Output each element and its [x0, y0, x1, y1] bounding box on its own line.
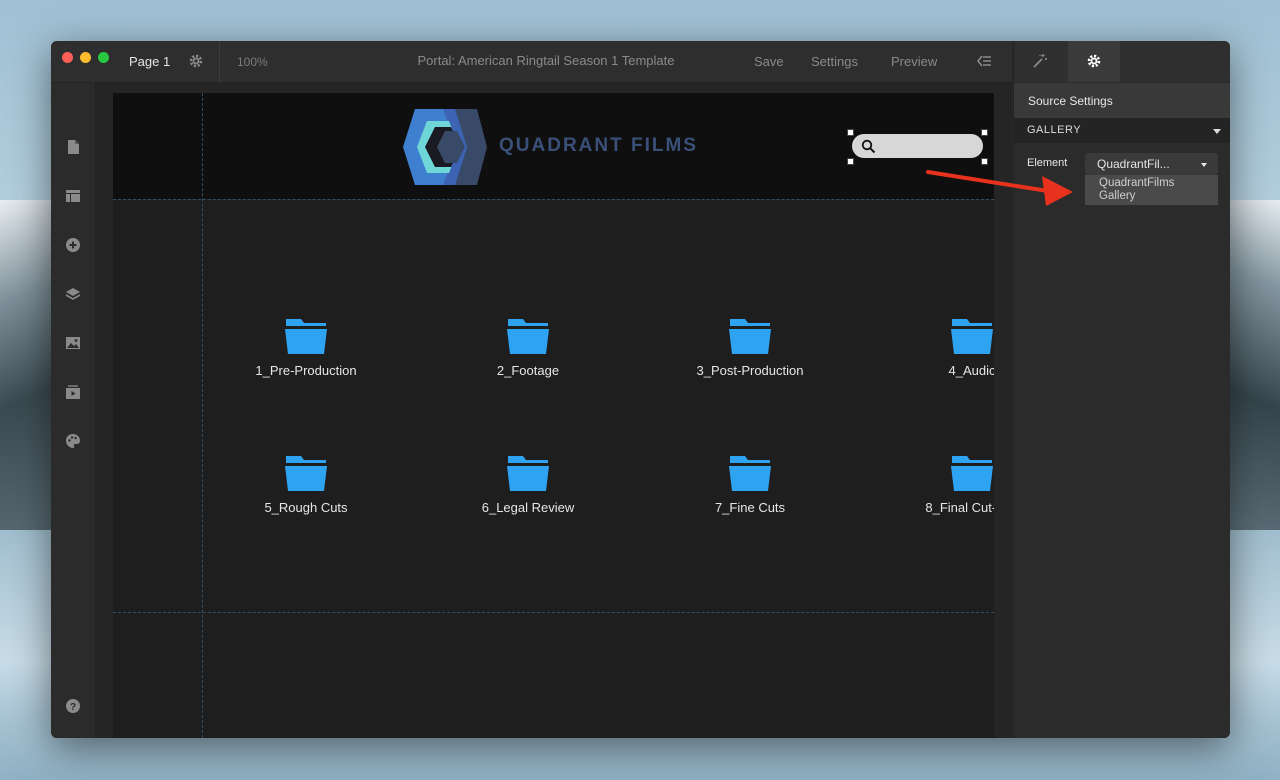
tab-settings[interactable] [1068, 41, 1120, 82]
folder-label: 5_Rough Cuts [264, 500, 348, 515]
folder-icon [285, 319, 327, 354]
desktop-mountain-left [0, 200, 52, 530]
titlebar: Page 1 100% Portal: American Ringtail Se… [51, 41, 1012, 83]
page-canvas[interactable]: QUADRANT FILMS 1_Pre-Production 2_Footag… [113, 93, 994, 738]
maximize-window-button[interactable] [98, 52, 109, 63]
folder-icon [507, 319, 549, 354]
minimize-window-button[interactable] [80, 52, 91, 63]
search-input[interactable] [852, 134, 983, 158]
app-window: Page 1 100% Portal: American Ringtail Se… [51, 41, 1230, 738]
media-icon[interactable] [64, 383, 82, 401]
desktop-mountain-right [1228, 200, 1280, 530]
folder-item[interactable]: 3_Post-Production [660, 315, 840, 378]
svg-text:?: ? [70, 702, 76, 713]
folder-icon [285, 456, 327, 491]
folder-icon [951, 319, 993, 354]
left-toolbar: ? [51, 83, 96, 738]
caret-down-icon [1213, 129, 1221, 134]
resize-handle[interactable] [847, 158, 854, 165]
layout-icon[interactable] [64, 187, 82, 205]
preview-button[interactable]: Preview [891, 54, 937, 69]
element-select[interactable]: QuadrantFil... [1085, 153, 1218, 175]
save-button[interactable]: Save [754, 54, 784, 69]
search-icon [861, 139, 876, 154]
folder-item[interactable]: 1_Pre-Production [216, 315, 396, 378]
chevron-down-icon [1201, 163, 1207, 167]
page-selector[interactable]: Page 1 [129, 54, 170, 69]
logo-text: QUADRANT FILMS [499, 135, 698, 156]
resize-handle[interactable] [981, 129, 988, 136]
quadrant-films-logo-icon[interactable] [403, 107, 487, 187]
guide-line [202, 93, 203, 738]
section-title: GALLERY [1027, 124, 1082, 136]
folder-item[interactable]: 5_Rough Cuts [216, 452, 396, 515]
document-title: Portal: American Ringtail Season 1 Templ… [417, 53, 675, 68]
search-widget[interactable] [847, 129, 988, 165]
folder-label: 6_Legal Review [481, 500, 575, 515]
resize-handle[interactable] [981, 158, 988, 165]
guide-line [113, 612, 994, 613]
magic-wand-icon [1033, 54, 1047, 68]
tab-design[interactable] [1014, 41, 1066, 82]
close-window-button[interactable] [62, 52, 73, 63]
gear-icon [1087, 54, 1101, 68]
panel-tabs [1014, 41, 1230, 82]
folder-icon [507, 456, 549, 491]
collapse-panel-icon[interactable] [976, 53, 992, 69]
settings-button[interactable]: Settings [811, 54, 858, 69]
element-label: Element [1027, 157, 1068, 169]
folder-label: 8_Final Cut-Deli [925, 500, 994, 515]
element-select-value: QuadrantFil... [1097, 157, 1170, 171]
panel-header: Source Settings [1014, 83, 1230, 118]
folder-item[interactable]: 4_Audic [882, 315, 994, 378]
element-dropdown-option[interactable]: QuadrantFilms Gallery [1085, 175, 1218, 205]
panel-title: Source Settings [1028, 94, 1113, 108]
folder-icon [729, 319, 771, 354]
layers-icon[interactable] [64, 285, 82, 303]
gallery-section-toggle[interactable]: GALLERY [1014, 118, 1230, 143]
folder-icon [951, 456, 993, 491]
folder-icon [729, 456, 771, 491]
zoom-level[interactable]: 100% [237, 55, 268, 69]
folder-item[interactable]: 8_Final Cut-Deli [882, 452, 994, 515]
dropdown-option-label: QuadrantFilms Gallery [1099, 177, 1175, 202]
folder-label: 4_Audic [948, 363, 995, 378]
resize-handle[interactable] [847, 129, 854, 136]
folder-item[interactable]: 7_Fine Cuts [660, 452, 840, 515]
image-icon[interactable] [64, 334, 82, 352]
palette-icon[interactable] [64, 432, 82, 450]
add-icon[interactable] [64, 236, 82, 254]
folder-label: 1_Pre-Production [255, 363, 357, 378]
folder-label: 3_Post-Production [696, 363, 804, 378]
guide-line [113, 199, 994, 200]
page-icon[interactable] [64, 138, 82, 156]
toolbar-divider [219, 41, 220, 82]
gear-icon[interactable] [188, 53, 204, 69]
settings-panel: Source Settings GALLERY Element Quadrant… [1013, 41, 1230, 738]
folder-label: 2_Footage [496, 363, 560, 378]
folder-label: 7_Fine Cuts [714, 500, 786, 515]
help-icon[interactable]: ? [64, 697, 82, 715]
folder-item[interactable]: 6_Legal Review [438, 452, 618, 515]
folder-item[interactable]: 2_Footage [438, 315, 618, 378]
